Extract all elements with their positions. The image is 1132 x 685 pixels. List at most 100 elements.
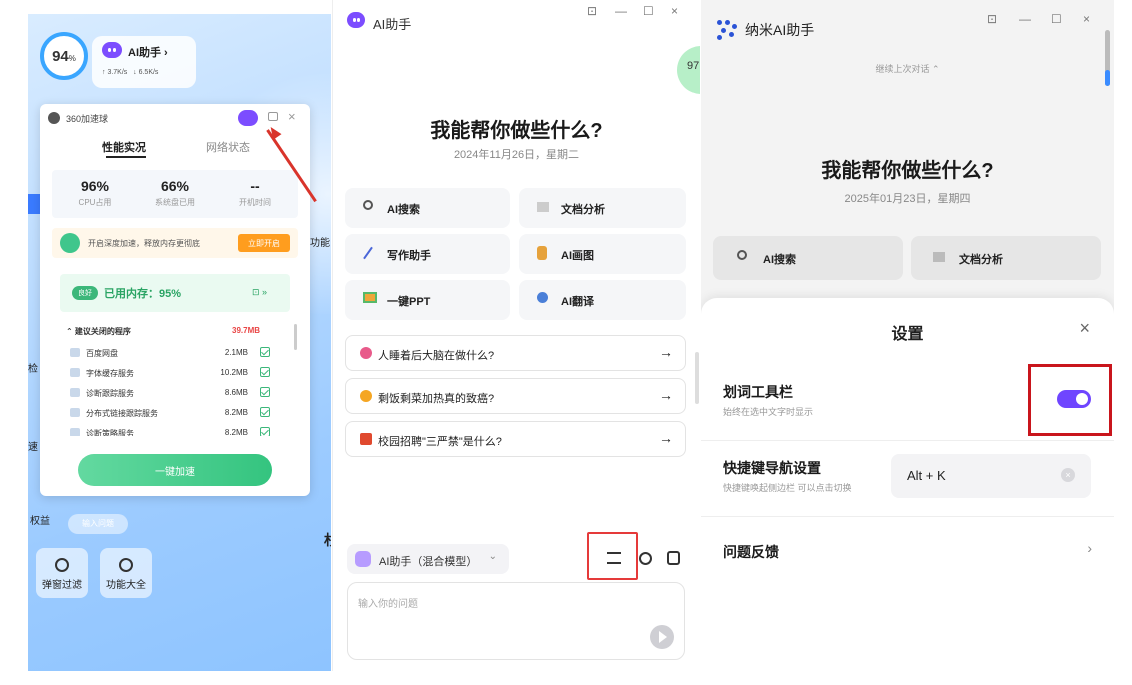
ai-search-button[interactable]: AI搜索 (713, 236, 903, 280)
checkbox[interactable] (260, 387, 270, 397)
stat-label: 系统盘已用 (155, 198, 195, 207)
cube-icon (119, 558, 133, 572)
ai-robot-icon (355, 551, 371, 567)
deep-accel-banner: 开启深度加速，释放内存更彻底 立即开启 (52, 228, 298, 258)
maximize-icon[interactable]: ☐ (1051, 12, 1062, 26)
document-analysis-button[interactable]: 文档分析 (519, 188, 686, 228)
nami-logo-icon (717, 20, 737, 40)
program-name: 诊断跟踪服务 (86, 389, 134, 398)
hotkey-setting-desc: 快捷键唤起侧边栏 可以点击切换 (723, 483, 852, 493)
upload-speed: ↑ 3.7K/s (102, 69, 128, 76)
clear-icon[interactable]: × (1061, 468, 1075, 482)
tab-performance[interactable]: 性能实况 (102, 139, 146, 155)
document-icon (537, 202, 549, 212)
chevron-right-icon[interactable]: › (1087, 540, 1092, 556)
model-selector[interactable]: AI助手（混合模型） ⌄ (347, 544, 509, 574)
stats-box: 96% CPU占用 66% 系统盘已用 -- 开机时间 (52, 170, 298, 218)
all-features-button[interactable]: 功能大全 (100, 548, 152, 598)
message-icon[interactable] (268, 112, 278, 121)
side-text: 速 (28, 442, 38, 453)
date-text: 2024年11月26日，星期二 (453, 149, 580, 161)
brand-name: 360加速球 (66, 114, 109, 124)
ai-assistant-window: AI助手 ⊡ — ☐ × 97 我能帮你做些什么? 2024年11月26日，星期… (332, 0, 700, 671)
close-icon[interactable]: × (1083, 12, 1090, 26)
ai-assistant-pill[interactable]: AI助手 › ↑ 3.7K/s ↓ 6.5K/s (92, 36, 196, 88)
writing-assistant-button[interactable]: 写作助手 (345, 234, 510, 274)
stat-value: -- (250, 178, 260, 194)
ask-question-chip[interactable]: 输入问题 (68, 514, 128, 534)
program-size: 10.2MB (220, 368, 248, 377)
pin-icon[interactable]: ⊡ (587, 4, 597, 18)
page-title: 我能帮你做些什么? (430, 120, 603, 142)
edge-marker (28, 194, 40, 214)
toolbar-toggle[interactable] (1057, 390, 1091, 408)
popup-filter-button[interactable]: 弹窗过滤 (36, 548, 88, 598)
hotkey-field[interactable]: Alt + K × (891, 454, 1091, 498)
suggested-question[interactable]: 剩饭剩菜加热真的致癌? → (345, 378, 686, 414)
minimize-icon[interactable]: — (615, 4, 627, 18)
program-size: 2.1MB (224, 348, 248, 357)
stat-value: 66% (160, 178, 190, 194)
continue-last-chat[interactable]: 继续上次对话 ⌃ (701, 62, 1114, 75)
quick-label: AI画图 (561, 250, 594, 262)
ai-translate-button[interactable]: AI翻译 (519, 280, 686, 320)
history-icon[interactable] (639, 552, 652, 565)
banner-text: 开启深度加速，释放内存更彻底 (88, 239, 200, 248)
memory-more-link[interactable]: ⊡ » (252, 287, 267, 298)
checkbox[interactable] (260, 367, 270, 377)
block-icon (55, 558, 69, 572)
settings-sliders-icon[interactable] (607, 552, 621, 564)
suggestion-text: 剩饭剩菜加热真的致癌? (378, 393, 495, 405)
program-icon (70, 388, 80, 397)
checkbox[interactable] (260, 427, 270, 436)
close-programs-header[interactable]: ⌃ 建议关闭的程序 (66, 326, 131, 337)
close-icon[interactable]: × (288, 109, 296, 124)
checkbox[interactable] (260, 407, 270, 417)
program-icon (70, 348, 80, 357)
stat-disk: 66% 系统盘已用 (140, 178, 210, 208)
close-programs-total: 39.7MB (232, 326, 261, 335)
suggested-question[interactable]: 人睡着后大脑在做什么? → (345, 335, 686, 371)
checkbox[interactable] (260, 347, 270, 357)
score-unit: % (68, 54, 76, 63)
one-click-ppt-button[interactable]: 一键PPT (345, 280, 510, 320)
settings-title: 设置 (891, 326, 924, 343)
model-label: AI助手（混合模型） (379, 556, 478, 568)
maximize-icon[interactable]: ☐ (643, 4, 654, 18)
speed-ball-popup: 360加速球 × 性能实况 网络状态 96% CPU占用 66% 系统盘已用 -- 开… (40, 104, 310, 496)
minimize-icon[interactable]: — (1019, 12, 1031, 26)
send-icon[interactable] (650, 625, 674, 649)
program-size: 8.2MB (224, 408, 248, 417)
one-click-accelerate-button[interactable]: 一键加速 (78, 454, 272, 486)
ai-drawing-button[interactable]: AI画图 (519, 234, 686, 274)
question-input[interactable]: 输入你的问题 (347, 582, 685, 660)
ai-robot-icon[interactable] (238, 110, 258, 126)
360-logo-icon (48, 112, 60, 124)
document-analysis-button[interactable]: 文档分析 (911, 236, 1101, 280)
performance-score[interactable]: 94% (40, 32, 88, 80)
pin-icon[interactable]: ⊡ (987, 12, 997, 26)
date-text: 2025年01月23日，星期四 (844, 193, 971, 205)
network-speed: ↑ 3.7K/s ↓ 6.5K/s (102, 69, 158, 76)
tab-network[interactable]: 网络状态 (206, 139, 250, 155)
window-title: AI助手 (373, 17, 412, 32)
score-value: 94 (52, 47, 69, 65)
close-icon[interactable]: × (1079, 318, 1090, 339)
new-chat-icon[interactable] (667, 551, 680, 565)
side-text: 权益 (30, 516, 50, 527)
chevron-down-icon: ⌄ (488, 551, 497, 562)
enable-now-button[interactable]: 立即开启 (238, 234, 290, 252)
divider (701, 440, 1114, 441)
nami-ai-window: 纳米AI助手 ⊡ — ☐ × 继续上次对话 ⌃ 我能帮你做些什么? 2025年0… (701, 0, 1114, 671)
suggested-question[interactable]: 校园招聘"三严禁"是什么? → (345, 421, 686, 457)
scrollbar[interactable] (695, 352, 699, 404)
hotkey-setting-title: 快捷键导航设置 (723, 460, 821, 476)
close-icon[interactable]: × (671, 4, 678, 18)
program-icon (70, 428, 80, 436)
memory-usage: 已用内存：95% (104, 288, 182, 300)
pen-icon (363, 246, 373, 260)
ai-search-button[interactable]: AI搜索 (345, 188, 510, 228)
feedback-link[interactable]: 问题反馈 (723, 542, 779, 562)
score-bubble[interactable]: 97 (677, 46, 700, 94)
list-scrollbar[interactable] (294, 324, 297, 350)
